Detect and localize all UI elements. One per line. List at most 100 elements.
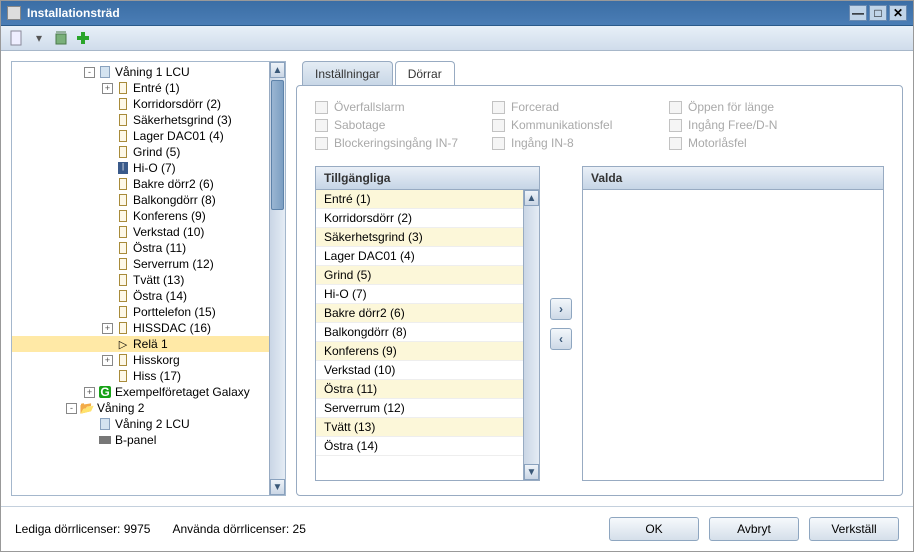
list-item[interactable]: Östra (11) bbox=[316, 380, 523, 399]
move-left-button[interactable]: ‹ bbox=[550, 328, 572, 350]
expander-icon bbox=[102, 211, 113, 222]
tree-label: Entré (1) bbox=[133, 81, 180, 95]
scroll-thumb[interactable] bbox=[271, 80, 284, 210]
tree-row[interactable]: Östra (11) bbox=[12, 240, 285, 256]
expander-icon bbox=[102, 243, 113, 254]
tree-row[interactable]: +Hisskorg bbox=[12, 352, 285, 368]
expander-icon[interactable]: - bbox=[84, 67, 95, 78]
tree-row[interactable]: Våning 2 LCU bbox=[12, 416, 285, 432]
tab-content: ÖverfallslarmForceradÖppen för längeSabo… bbox=[296, 85, 903, 496]
list-item[interactable]: Grind (5) bbox=[316, 266, 523, 285]
scroll-down-icon[interactable]: ▼ bbox=[524, 464, 539, 480]
checkbox-grid: ÖverfallslarmForceradÖppen för längeSabo… bbox=[315, 100, 884, 150]
checkbox-label: Kommunikationsfel bbox=[511, 118, 612, 132]
list-item[interactable]: Entré (1) bbox=[316, 190, 523, 209]
checkbox bbox=[315, 101, 328, 114]
expander-icon[interactable]: + bbox=[102, 83, 113, 94]
expander-icon[interactable]: + bbox=[84, 387, 95, 398]
tree-row[interactable]: Lager DAC01 (4) bbox=[12, 128, 285, 144]
tree-row[interactable]: Grind (5) bbox=[12, 144, 285, 160]
tab-settings[interactable]: Inställningar bbox=[302, 61, 393, 86]
tree-row[interactable]: +GExempelföretaget Galaxy bbox=[12, 384, 285, 400]
checkbox-item: Blockeringsingång IN-7 bbox=[315, 136, 480, 150]
expander-icon bbox=[102, 275, 113, 286]
scroll-up-icon[interactable]: ▲ bbox=[524, 190, 539, 206]
ok-button[interactable]: OK bbox=[609, 517, 699, 541]
tree-label: Konferens (9) bbox=[133, 209, 206, 223]
tree-row[interactable]: + Entré (1) bbox=[12, 80, 285, 96]
list-pair: Tillgängliga Entré (1)Korridorsdörr (2)S… bbox=[315, 166, 884, 481]
tree-label: Våning 2 bbox=[97, 401, 144, 415]
list-item[interactable]: Korridorsdörr (2) bbox=[316, 209, 523, 228]
tree-row[interactable]: Bakre dörr2 (6) bbox=[12, 176, 285, 192]
door-icon bbox=[116, 145, 130, 159]
minimize-button[interactable]: — bbox=[849, 5, 867, 21]
checkbox-label: Överfallslarm bbox=[334, 100, 405, 114]
tab-doors[interactable]: Dörrar bbox=[395, 61, 455, 86]
list-item[interactable]: Balkongdörr (8) bbox=[316, 323, 523, 342]
list-item[interactable]: Serverrum (12) bbox=[316, 399, 523, 418]
tree-scrollbar[interactable]: ▲ ▼ bbox=[269, 62, 285, 495]
checkbox-label: Forcerad bbox=[511, 100, 559, 114]
door-icon bbox=[116, 81, 130, 95]
door-icon bbox=[116, 129, 130, 143]
move-right-button[interactable]: › bbox=[550, 298, 572, 320]
tree-row[interactable]: + HISSDAC (16) bbox=[12, 320, 285, 336]
expander-icon[interactable]: - bbox=[66, 403, 77, 414]
tree-row[interactable]: Hiss (17) bbox=[12, 368, 285, 384]
tree-row[interactable]: Konferens (9) bbox=[12, 208, 285, 224]
tree-row[interactable]: B-panel bbox=[12, 432, 285, 448]
expander-icon bbox=[102, 131, 113, 142]
hiss-icon bbox=[116, 369, 130, 383]
list-item[interactable]: Lager DAC01 (4) bbox=[316, 247, 523, 266]
tree-row[interactable]: Serverrum (12) bbox=[12, 256, 285, 272]
checkbox-item: Motorlåsfel bbox=[669, 136, 834, 150]
tree-row[interactable]: Balkongdörr (8) bbox=[12, 192, 285, 208]
list-item[interactable]: Hi-O (7) bbox=[316, 285, 523, 304]
used-licenses: Använda dörrlicenser: 25 bbox=[172, 522, 305, 536]
list-item[interactable]: Tvätt (13) bbox=[316, 418, 523, 437]
close-button[interactable]: ✕ bbox=[889, 5, 907, 21]
dropdown-icon[interactable]: ▾ bbox=[31, 30, 47, 46]
maximize-button[interactable]: □ bbox=[869, 5, 887, 21]
checkbox-item: Ingång Free/D-N bbox=[669, 118, 834, 132]
expander-icon[interactable]: + bbox=[102, 355, 113, 366]
door-icon bbox=[116, 113, 130, 127]
list-item[interactable]: Bakre dörr2 (6) bbox=[316, 304, 523, 323]
tree-row[interactable]: -Våning 1 LCU bbox=[12, 64, 285, 80]
add-icon[interactable] bbox=[75, 30, 91, 46]
tree-row[interactable]: Östra (14) bbox=[12, 288, 285, 304]
door-icon bbox=[116, 321, 130, 335]
tree-label: HISSDAC (16) bbox=[133, 321, 211, 335]
tree-row[interactable]: |Hi-O (7) bbox=[12, 160, 285, 176]
tree-label: Korridorsdörr (2) bbox=[133, 97, 221, 111]
free-licenses: Lediga dörrlicenser: 9975 bbox=[15, 522, 150, 536]
checkbox-item: Kommunikationsfel bbox=[492, 118, 657, 132]
checkbox-label: Sabotage bbox=[334, 118, 385, 132]
tree-row[interactable]: Porttelefon (15) bbox=[12, 304, 285, 320]
checkbox bbox=[669, 101, 682, 114]
checkbox bbox=[315, 119, 328, 132]
tree-row[interactable]: Tvätt (13) bbox=[12, 272, 285, 288]
move-buttons: › ‹ bbox=[550, 166, 572, 481]
scroll-down-icon[interactable]: ▼ bbox=[270, 479, 285, 495]
tree-row[interactable]: Korridorsdörr (2) bbox=[12, 96, 285, 112]
door-icon bbox=[116, 97, 130, 111]
list-item[interactable]: Östra (14) bbox=[316, 437, 523, 456]
list-item[interactable]: Konferens (9) bbox=[316, 342, 523, 361]
list-item[interactable]: Säkerhetsgrind (3) bbox=[316, 228, 523, 247]
apply-button[interactable]: Verkställ bbox=[809, 517, 899, 541]
delete-icon[interactable] bbox=[53, 30, 69, 46]
expander-icon[interactable]: + bbox=[102, 323, 113, 334]
tree-row[interactable]: ▷Relä 1 bbox=[12, 336, 285, 352]
new-icon[interactable] bbox=[9, 30, 25, 46]
cancel-button[interactable]: Avbryt bbox=[709, 517, 799, 541]
scroll-up-icon[interactable]: ▲ bbox=[270, 62, 285, 78]
expander-icon bbox=[84, 435, 95, 446]
list-item[interactable]: Verkstad (10) bbox=[316, 361, 523, 380]
checkbox-item: Ingång IN-8 bbox=[492, 136, 657, 150]
tree-row[interactable]: Verkstad (10) bbox=[12, 224, 285, 240]
tree-row[interactable]: -📂Våning 2 bbox=[12, 400, 285, 416]
available-scrollbar[interactable]: ▲ ▼ bbox=[523, 190, 539, 480]
tree-row[interactable]: Säkerhetsgrind (3) bbox=[12, 112, 285, 128]
